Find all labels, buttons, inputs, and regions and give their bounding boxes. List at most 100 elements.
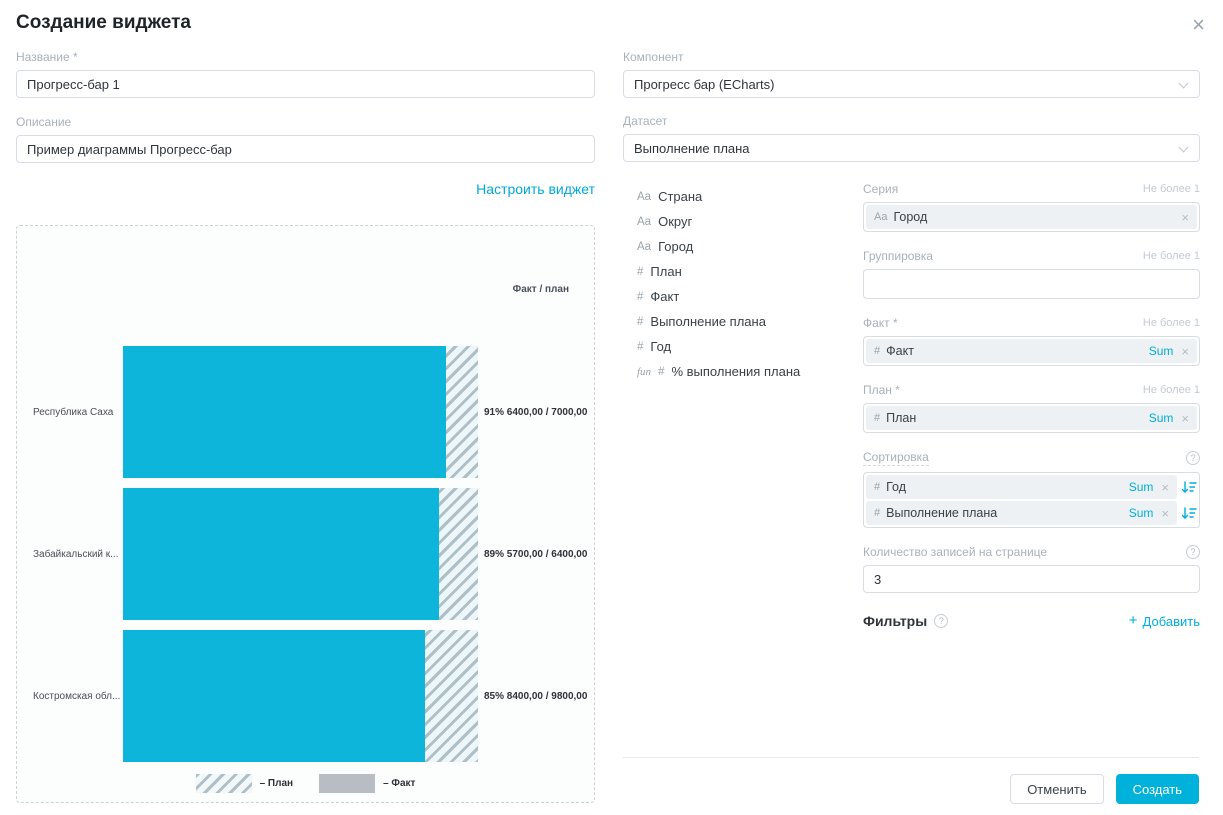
field-item-fakt[interactable]: # Факт — [637, 284, 863, 309]
chip-label: Факт — [886, 344, 1143, 358]
component-label: Компонент — [623, 50, 1200, 64]
chip-label: План — [886, 411, 1143, 425]
page-size-zone: Количество записей на странице ? — [863, 545, 1200, 593]
chart-legend: – План – Факт — [17, 774, 594, 793]
plan-zone-limit: Не более 1 — [1143, 384, 1200, 396]
dataset-label: Датасет — [623, 114, 1200, 128]
number-type-icon: # — [658, 366, 664, 378]
help-icon[interactable]: ? — [934, 614, 948, 628]
left-panel: Название * Описание Настроить виджет Фак… — [16, 50, 595, 803]
fact-chip[interactable]: # Факт Sum × — [866, 339, 1197, 363]
remove-icon[interactable]: × — [1159, 480, 1169, 495]
bar-row: Костромская обл... 85% 8400,00 / 9800,00 — [33, 630, 586, 762]
bar-track — [123, 488, 478, 620]
field-label: Округ — [658, 214, 692, 229]
series-chip[interactable]: Aa Город × — [866, 205, 1197, 229]
remove-icon[interactable]: × — [1179, 344, 1189, 359]
chart-preview: Факт / план Республика Саха 91% 6400,00 … — [16, 225, 595, 803]
component-value: Прогресс бар (ECharts) — [634, 77, 774, 92]
bar-row: Республика Саха 91% 6400,00 / 7000,00 — [33, 346, 586, 478]
field-item-vypolnenie[interactable]: # Выполнение плана — [637, 309, 863, 334]
fact-swatch-icon — [319, 774, 375, 793]
plan-dropzone[interactable]: # План Sum × — [863, 403, 1200, 433]
field-item-okrug[interactable]: Aa Округ — [637, 209, 863, 234]
field-label: План — [650, 264, 681, 279]
chip-label: Год — [886, 480, 1123, 494]
configure-widget-link[interactable]: Настроить виджет — [476, 181, 595, 197]
number-type-icon: # — [874, 507, 880, 519]
dataset-select[interactable]: Выполнение плана — [623, 134, 1200, 162]
description-input[interactable] — [16, 135, 595, 163]
chevron-down-icon — [1179, 79, 1189, 89]
field-item-plan[interactable]: # План — [637, 259, 863, 284]
dataset-value: Выполнение плана — [634, 141, 750, 156]
dropzones: Серия Не более 1 Aa Город × Группировка … — [863, 182, 1200, 629]
close-icon[interactable]: × — [1192, 14, 1205, 36]
sorting-dropzone[interactable]: # Год Sum × — [863, 472, 1200, 528]
component-select[interactable]: Прогресс бар (ECharts) — [623, 70, 1200, 98]
plan-chip[interactable]: # План Sum × — [866, 406, 1197, 430]
name-label: Название * — [16, 50, 595, 64]
description-group: Описание — [16, 115, 595, 163]
field-item-god[interactable]: # Год — [637, 334, 863, 359]
sorting-zone-label: Сортировка — [863, 450, 929, 466]
number-type-icon: # — [874, 481, 880, 493]
cancel-button[interactable]: Отменить — [1010, 774, 1103, 804]
page-size-input[interactable] — [863, 565, 1200, 593]
legend-label: – Факт — [383, 778, 415, 789]
name-input[interactable] — [16, 70, 595, 98]
aggregation-label[interactable]: Sum — [1129, 480, 1154, 494]
field-item-percent-plana[interactable]: fun # % выполнения плана — [637, 359, 863, 384]
plan-zone-label: План * — [863, 383, 900, 397]
aggregation-label[interactable]: Sum — [1129, 506, 1154, 520]
help-icon[interactable]: ? — [1186, 545, 1200, 559]
field-label: Год — [650, 339, 671, 354]
field-item-gorod[interactable]: Aa Город — [637, 234, 863, 259]
mapping-area: Aa Страна Aa Округ Aa Город # План # Фак… — [623, 182, 1200, 629]
add-filter-button[interactable]: + Добавить — [1129, 614, 1200, 629]
text-type-icon: Aa — [637, 241, 651, 253]
add-filter-label: Добавить — [1143, 614, 1200, 629]
bar-value-label: 91% 6400,00 / 7000,00 — [478, 407, 587, 418]
plan-zone: План * Не более 1 # План Sum × — [863, 383, 1200, 433]
right-panel: Компонент Прогресс бар (ECharts) Датасет… — [623, 50, 1200, 629]
help-icon[interactable]: ? — [1186, 451, 1200, 465]
field-label: Факт — [650, 289, 679, 304]
grouping-dropzone[interactable] — [863, 269, 1200, 299]
remove-icon[interactable]: × — [1159, 506, 1169, 521]
sort-descending-icon[interactable] — [1181, 479, 1197, 495]
page-title: Создание виджета — [16, 12, 191, 34]
bar-fill — [123, 346, 446, 478]
filters-row: Фильтры ? + Добавить — [863, 613, 1200, 629]
plus-icon: + — [1129, 614, 1138, 628]
sorting-zone: Сортировка ? # Год Sum × — [863, 450, 1200, 528]
description-label: Описание — [16, 115, 595, 129]
number-type-icon: # — [637, 316, 643, 328]
function-type-icon: fun — [637, 366, 651, 378]
create-button[interactable]: Создать — [1116, 774, 1199, 804]
field-item-strana[interactable]: Aa Страна — [637, 184, 863, 209]
sort-row: # Выполнение плана Sum × — [866, 501, 1197, 525]
text-type-icon: Aa — [637, 216, 651, 228]
number-type-icon: # — [637, 291, 643, 303]
grouping-zone-limit: Не более 1 — [1143, 250, 1200, 262]
page-size-label: Количество записей на странице — [863, 545, 1047, 559]
plan-swatch-icon — [196, 774, 252, 793]
bar-category-label: Республика Саха — [33, 407, 123, 418]
configure-row: Настроить виджет — [16, 181, 595, 199]
series-dropzone[interactable]: Aa Город × — [863, 202, 1200, 232]
dataset-field-list: Aa Страна Aa Округ Aa Город # План # Фак… — [623, 182, 863, 629]
remove-icon[interactable]: × — [1179, 210, 1189, 225]
remove-icon[interactable]: × — [1179, 411, 1189, 426]
sort-chip-god[interactable]: # Год Sum × — [866, 475, 1177, 499]
chip-label: Город — [893, 210, 1173, 224]
dataset-group: Датасет Выполнение плана — [623, 114, 1200, 162]
sort-descending-icon[interactable] — [1181, 505, 1197, 521]
bar-category-label: Забайкальский к... — [33, 549, 123, 560]
bar-value-label: 85% 8400,00 / 9800,00 — [478, 691, 587, 702]
fact-dropzone[interactable]: # Факт Sum × — [863, 336, 1200, 366]
sort-chip-vypolnenie[interactable]: # Выполнение плана Sum × — [866, 501, 1177, 525]
aggregation-label[interactable]: Sum — [1149, 344, 1174, 358]
filters-label: Фильтры — [863, 613, 927, 629]
aggregation-label[interactable]: Sum — [1149, 411, 1174, 425]
